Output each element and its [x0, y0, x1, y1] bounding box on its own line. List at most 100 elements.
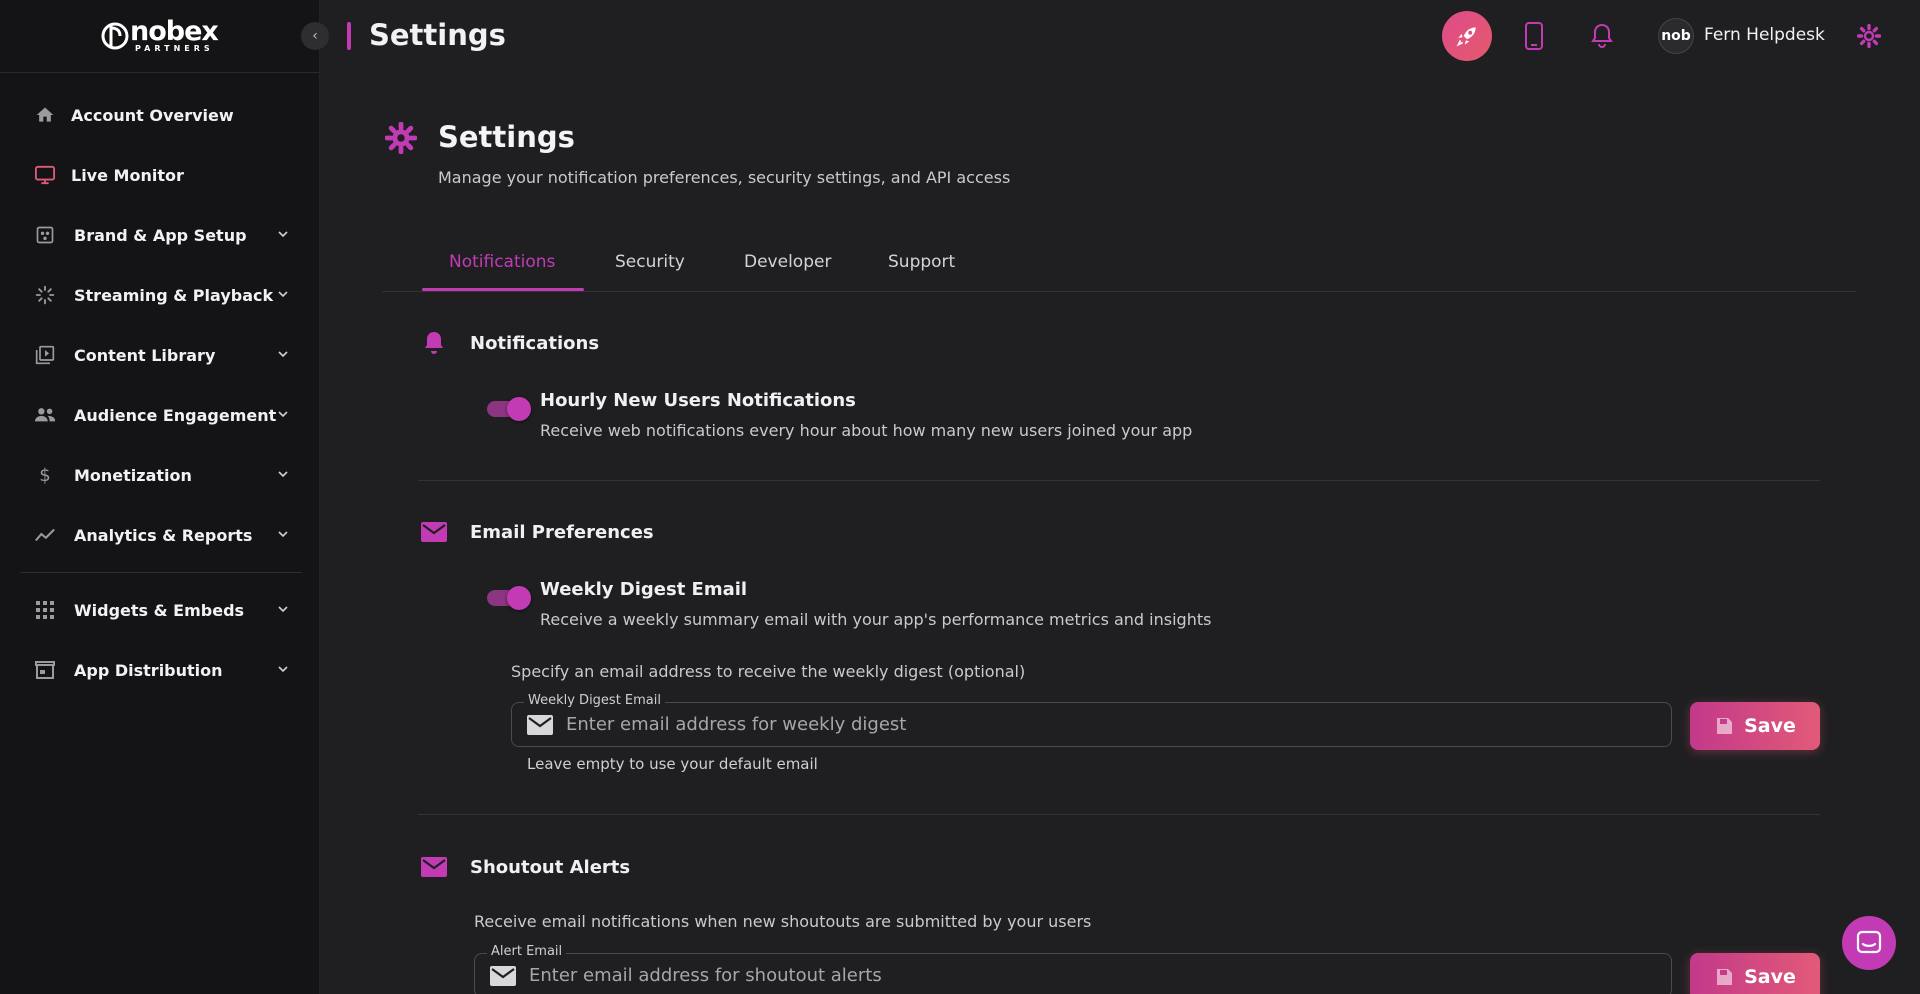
logo-mark-icon — [101, 22, 129, 50]
hourly-notifications-toggle[interactable] — [487, 397, 531, 421]
tab-developer[interactable]: Developer — [744, 252, 831, 272]
sidebar-item-label: Audience Engagement — [74, 405, 277, 425]
settings-tabs: Notifications Security Developer Support — [382, 236, 1856, 292]
sidebar-item-streaming-playback[interactable]: Streaming & Playback — [20, 265, 302, 325]
chevron-down-icon — [278, 471, 288, 478]
streaming-icon — [33, 283, 57, 307]
rocket-icon — [1456, 27, 1476, 47]
shoutout-save-button[interactable]: Save — [1690, 953, 1820, 994]
chevron-down-icon — [278, 666, 288, 673]
section-title-shoutout-alerts: Shoutout Alerts — [470, 857, 631, 878]
monitor-icon — [33, 163, 57, 187]
sidebar-item-label: Account Overview — [71, 105, 234, 125]
sidebar-item-label: Brand & App Setup — [74, 225, 247, 245]
weekly-digest-save-button[interactable]: Save — [1690, 702, 1820, 750]
weekly-digest-email-input[interactable] — [566, 703, 1656, 746]
sidebar-item-widgets-embeds[interactable]: Widgets & Embeds — [20, 580, 302, 640]
sidebar-item-analytics-reports[interactable]: Analytics & Reports — [20, 505, 302, 565]
weekly-digest-toggle[interactable] — [487, 586, 531, 610]
chevron-down-icon — [278, 411, 288, 418]
sidebar-item-content-library[interactable]: Content Library — [20, 325, 302, 385]
sidebar-item-label: Content Library — [74, 345, 216, 365]
mail-icon — [490, 966, 516, 986]
toggle-knob — [507, 586, 531, 610]
save-icon — [1717, 969, 1733, 985]
chart-icon — [33, 523, 57, 547]
chevron-down-icon — [278, 351, 288, 358]
avatar[interactable]: nob — [1658, 18, 1694, 54]
chat-icon — [1856, 930, 1882, 954]
user-name[interactable]: Fern Helpdesk — [1704, 25, 1825, 45]
shoutout-alert-email-field[interactable]: Alert Email — [474, 944, 1672, 994]
option-title-weekly-digest: Weekly Digest Email — [540, 579, 748, 600]
bell-icon — [420, 329, 448, 357]
store-icon — [33, 658, 57, 682]
sidebar-item-monetization[interactable]: $ Monetization — [20, 445, 302, 505]
sidebar-item-label: Live Monitor — [71, 165, 184, 185]
toggle-knob — [507, 397, 531, 421]
sidebar-item-label: Analytics & Reports — [74, 525, 253, 545]
home-icon — [33, 103, 57, 127]
chevron-down-icon — [278, 606, 288, 613]
tab-security[interactable]: Security — [615, 252, 685, 272]
section-divider — [418, 814, 1820, 815]
mail-icon — [420, 853, 448, 881]
chevron-down-icon — [278, 231, 288, 238]
tab-support[interactable]: Support — [888, 252, 955, 272]
logo-text: nobex — [130, 16, 219, 47]
logo-area: nobex PARTNERS ‹ — [0, 0, 329, 73]
mail-icon — [420, 518, 448, 546]
mobile-preview-button[interactable] — [1518, 20, 1550, 52]
topbar: Settings nob Fern Helpdesk — [320, 0, 1920, 73]
sidebar-item-label: Widgets & Embeds — [74, 600, 245, 620]
page-title: Settings — [438, 120, 575, 154]
people-icon — [33, 403, 57, 427]
mail-icon — [527, 715, 553, 735]
sidebar-item-live-monitor[interactable]: Live Monitor — [20, 145, 302, 205]
palette-icon — [33, 223, 57, 247]
shoutout-alert-email-input[interactable] — [529, 954, 1659, 994]
sidebar: nobex PARTNERS ‹ Account Overview Live M… — [0, 0, 329, 994]
chevron-down-icon — [278, 291, 288, 298]
chat-launcher-button[interactable] — [1842, 916, 1896, 970]
gear-icon — [1857, 24, 1881, 48]
mobile-icon — [1525, 22, 1543, 50]
brand-logo[interactable]: nobex PARTNERS — [100, 16, 220, 56]
title-accent-bar — [347, 22, 351, 50]
option-title-hourly: Hourly New Users Notifications — [540, 390, 856, 411]
weekly-digest-email-field[interactable]: Weekly Digest Email — [511, 693, 1672, 747]
sidebar-item-label: App Distribution — [74, 660, 223, 680]
gear-icon — [385, 122, 417, 154]
sidebar-divider — [20, 572, 302, 573]
weekly-digest-helper-text: Leave empty to use your default email — [527, 755, 818, 773]
sidebar-item-app-distribution[interactable]: App Distribution — [20, 640, 302, 700]
sidebar-item-account-overview[interactable]: Account Overview — [20, 85, 302, 145]
chevron-down-icon — [278, 531, 288, 538]
section-divider — [418, 480, 1820, 481]
option-desc-hourly: Receive web notifications every hour abo… — [540, 421, 1193, 440]
rocket-button[interactable] — [1442, 11, 1492, 61]
notifications-button[interactable] — [1586, 20, 1618, 52]
logo-subtext: PARTNERS — [135, 44, 214, 53]
save-button-label: Save — [1744, 715, 1796, 737]
library-icon — [33, 343, 57, 367]
sidebar-item-brand-app-setup[interactable]: Brand & App Setup — [20, 205, 302, 265]
settings-button[interactable] — [1853, 20, 1885, 52]
sidebar-item-label: Monetization — [74, 465, 192, 485]
option-desc-weekly-digest: Receive a weekly summary email with your… — [540, 610, 1212, 629]
shoutout-desc: Receive email notifications when new sho… — [474, 912, 1092, 931]
page-subtitle: Manage your notification preferences, se… — [438, 168, 1011, 187]
save-button-label: Save — [1744, 966, 1796, 988]
section-title-email-preferences: Email Preferences — [470, 522, 654, 543]
grid-icon — [33, 598, 57, 622]
weekly-digest-specify-text: Specify an email address to receive the … — [511, 662, 1026, 681]
active-tab-indicator — [422, 288, 584, 291]
tab-notifications[interactable]: Notifications — [449, 252, 555, 272]
bell-icon — [1591, 23, 1613, 48]
sidebar-item-label: Streaming & Playback — [74, 285, 274, 305]
save-icon — [1717, 718, 1733, 734]
dollar-icon: $ — [39, 464, 51, 486]
section-title-notifications: Notifications — [470, 333, 600, 354]
sidebar-item-audience-engagement[interactable]: Audience Engagement — [20, 385, 302, 445]
sidebar-nav: Account Overview Live Monitor Brand & Ap… — [20, 85, 302, 700]
